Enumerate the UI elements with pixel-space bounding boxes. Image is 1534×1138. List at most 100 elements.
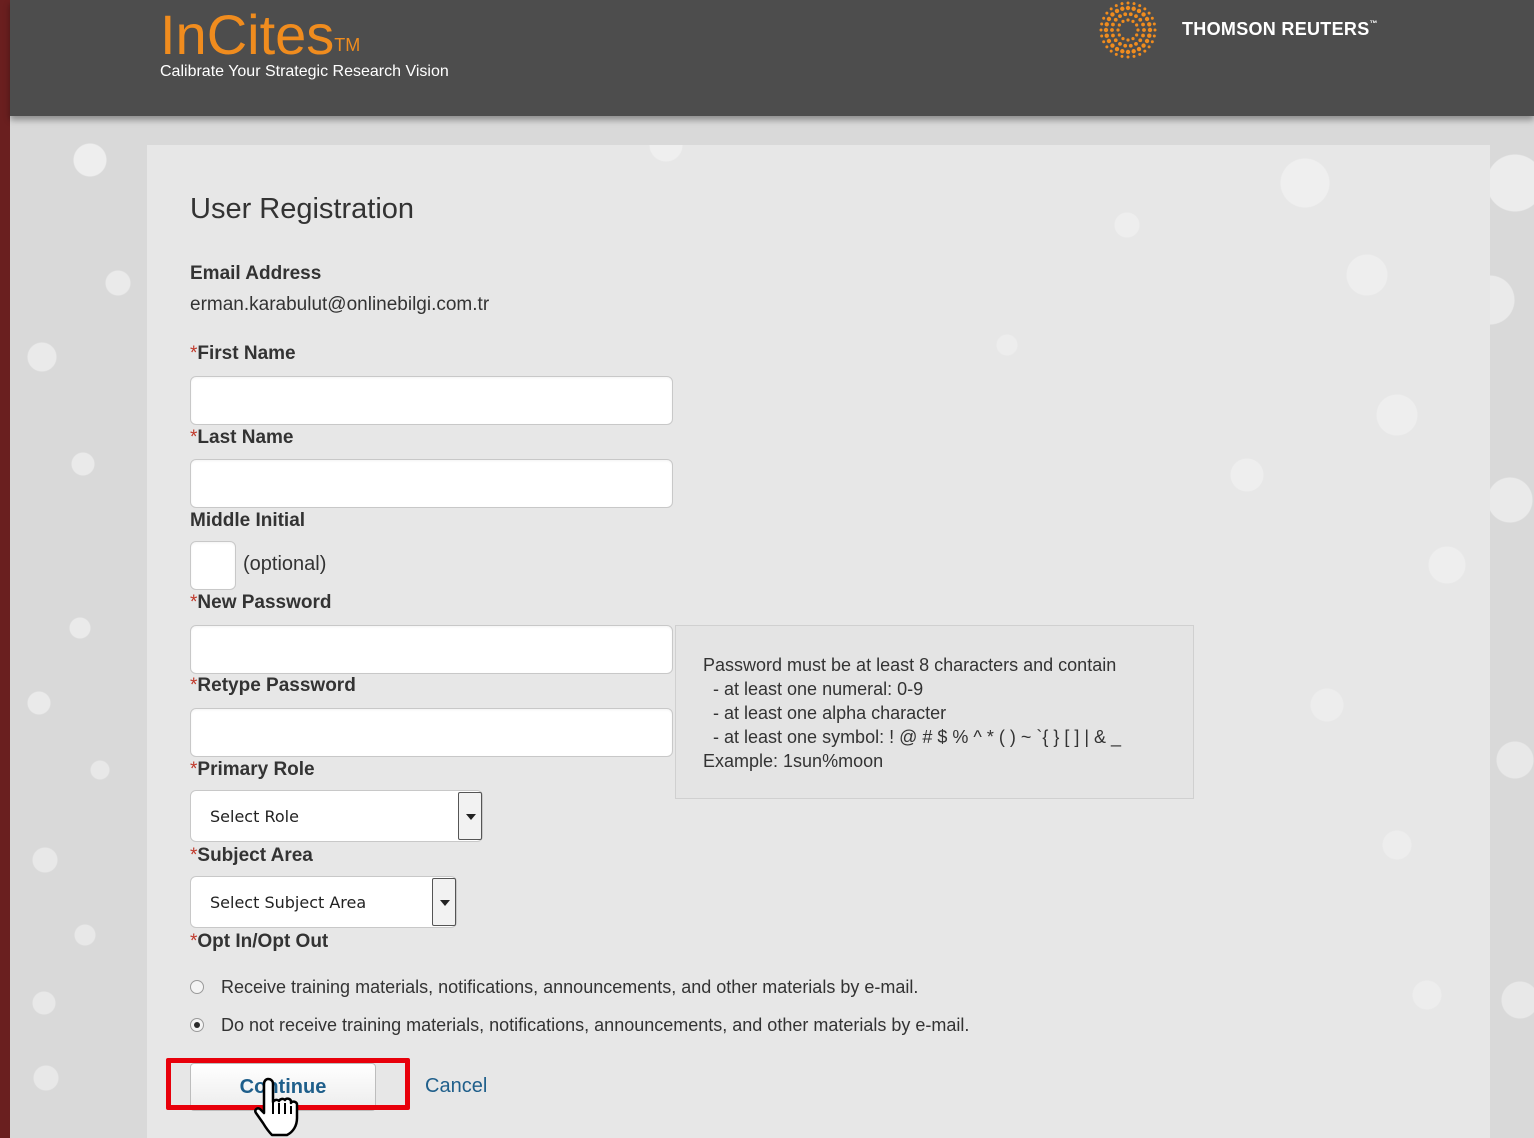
chevron-down-icon[interactable] (432, 878, 456, 926)
email-label: Email Address (190, 263, 322, 284)
logo-dot (1116, 28, 1120, 32)
primary-role-selected: Select Role (210, 807, 299, 826)
logo-dot (1114, 8, 1120, 14)
logo-dot (1099, 28, 1103, 32)
logo-dot (1150, 40, 1154, 44)
opt-out-radio[interactable] (190, 1018, 204, 1032)
logo-dot (1120, 49, 1125, 54)
password-rule: - at least one numeral: 0-9 (703, 679, 924, 699)
logo-dot (1132, 2, 1136, 6)
password-rule: - at least one symbol: ! @ # $ % ^ * ( )… (703, 727, 1122, 747)
logo-dot (1103, 27, 1109, 33)
logo-dot (1102, 40, 1106, 44)
page-background: InCitesTM Calibrate Your Strategic Resea… (10, 0, 1534, 1138)
middle-initial-input[interactable] (190, 541, 236, 590)
app-name: InCites (160, 3, 335, 66)
header-bar: InCitesTM Calibrate Your Strategic Resea… (10, 0, 1534, 116)
logo-dot (1131, 37, 1135, 41)
app-trademark: TM (334, 35, 361, 55)
subject-area-select[interactable]: Select Subject Area (190, 876, 457, 928)
retype-password-input[interactable] (190, 708, 673, 757)
opt-label: *Opt In/Opt Out (190, 931, 329, 952)
logo-dot (1132, 54, 1136, 58)
subject-area-label: *Subject Area (190, 845, 313, 866)
logo-dot (1144, 16, 1150, 22)
tagline: Calibrate Your Strategic Research Vision (160, 63, 449, 80)
logo-dot (1106, 16, 1112, 22)
logo-dot (1110, 43, 1115, 48)
company-name: THOMSON REUTERS™ (1182, 19, 1378, 39)
registration-panel: User Registration Email Address erman.ka… (147, 145, 1490, 1138)
logo-dot (1100, 22, 1104, 26)
logo-dot (1126, 18, 1130, 22)
logo-dot (1118, 14, 1122, 19)
logo-dot (1141, 12, 1146, 17)
logo-dot (1118, 41, 1122, 46)
logo-dot (1153, 28, 1157, 32)
logo-dot (1138, 4, 1142, 8)
logo-dot (1131, 49, 1136, 54)
chevron-down-icon[interactable] (458, 792, 482, 840)
logo-dot (1121, 19, 1125, 23)
primary-role-select[interactable]: Select Role (190, 790, 483, 842)
logo-dot (1111, 33, 1115, 38)
primary-role-label: *Primary Role (190, 759, 315, 780)
logo-dot (1125, 49, 1131, 55)
password-rule: Password must be at least 8 characters a… (703, 655, 1117, 675)
cancel-link[interactable]: Cancel (425, 1075, 487, 1098)
first-name-input[interactable] (190, 376, 673, 425)
logo-dot (1105, 11, 1109, 15)
logo-dot (1123, 12, 1128, 17)
logo-dot (1110, 12, 1115, 17)
logo-dot (1144, 38, 1150, 44)
logo-dot (1105, 45, 1109, 49)
logo-dot (1134, 14, 1138, 19)
middle-initial-label: Middle Initial (190, 510, 306, 531)
logo-dot (1147, 27, 1153, 33)
logo-dot (1123, 43, 1128, 48)
password-rule: - at least one alpha character (703, 703, 947, 723)
logo-dot (1141, 43, 1146, 48)
logo-dot (1147, 45, 1151, 49)
incites-logo[interactable]: InCitesTM (160, 0, 360, 70)
logo-dot (1128, 12, 1133, 17)
logo-dot (1152, 34, 1156, 38)
logo-dot (1128, 43, 1133, 48)
logo-dot (1142, 28, 1146, 32)
logo-dot (1121, 37, 1125, 41)
email-value: erman.karabulut@onlinebilgi.com.tr (190, 294, 490, 315)
logo-dot (1147, 22, 1152, 27)
logo-dot (1131, 19, 1135, 23)
logo-dot (1131, 6, 1136, 11)
logo-dot (1104, 22, 1109, 27)
logo-dot (1125, 5, 1131, 11)
logo-dot (1102, 16, 1106, 20)
logo-dot (1150, 16, 1154, 20)
logo-dot (1109, 7, 1113, 11)
logo-dot (1117, 33, 1121, 37)
last-name-label: *Last Name (190, 427, 294, 448)
last-name-input[interactable] (190, 459, 673, 508)
logo-dot (1113, 38, 1118, 43)
logo-dot (1104, 33, 1109, 38)
logo-dot (1114, 46, 1120, 52)
password-example: Example: 1sun%moon (703, 751, 884, 771)
logo-dot (1126, 1, 1130, 5)
thomson-reuters-logo-icon (1099, 1, 1157, 59)
logo-dot (1114, 52, 1118, 56)
logo-dot (1136, 8, 1142, 14)
opt-in-text: Receive training materials, notification… (221, 977, 919, 997)
logo-dot (1141, 22, 1145, 27)
logo-dot (1113, 17, 1118, 22)
logo-dot (1114, 4, 1118, 8)
logo-dot (1138, 17, 1143, 22)
opt-in-radio[interactable] (190, 980, 204, 994)
logo-dot (1147, 11, 1151, 15)
logo-dot (1120, 2, 1124, 6)
new-password-input[interactable] (190, 625, 673, 674)
logo-dot (1106, 38, 1112, 44)
logo-dot (1110, 28, 1114, 32)
logo-dot (1143, 7, 1147, 11)
logo-dot (1136, 46, 1142, 52)
logo-dot (1141, 33, 1145, 38)
